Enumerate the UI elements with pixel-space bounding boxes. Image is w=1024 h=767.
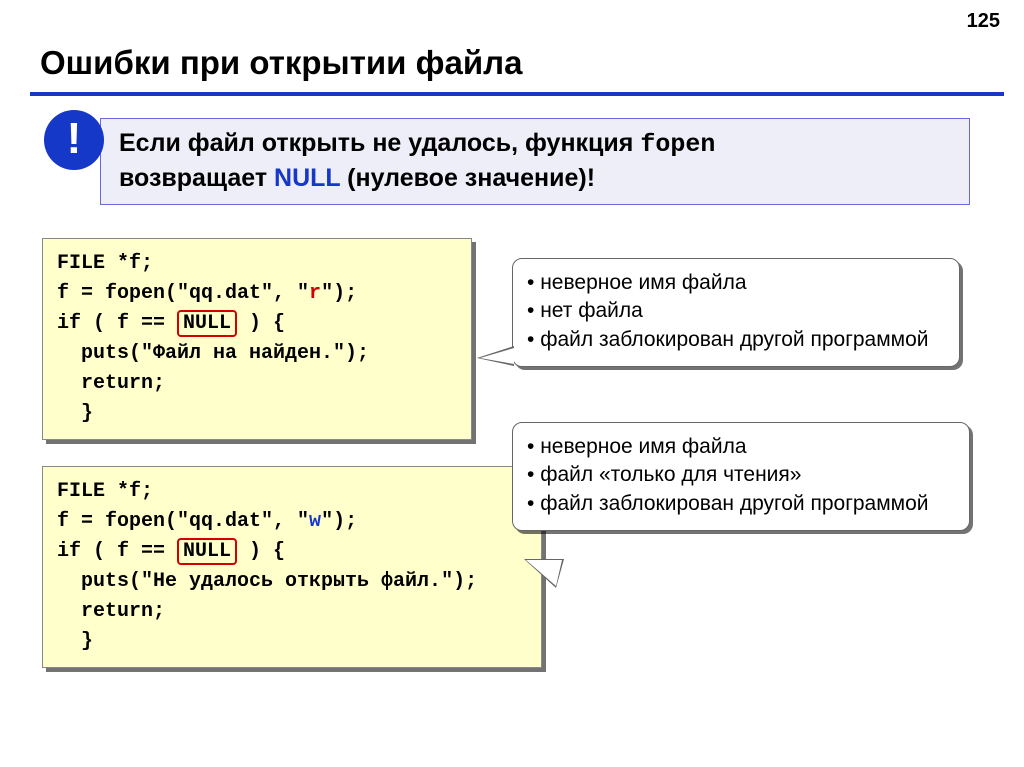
list-item: файл заблокирован другой программой bbox=[527, 490, 955, 518]
title-underline bbox=[30, 92, 1004, 96]
exclamation-icon: ! bbox=[44, 110, 104, 170]
code-line: FILE *f; bbox=[57, 480, 153, 503]
code-line: puts("Файл на найден."); bbox=[57, 342, 369, 365]
code-line: f = fopen("qq.dat", " bbox=[57, 282, 309, 305]
code-line: if ( f == bbox=[57, 540, 177, 563]
null-highlight: NULL bbox=[177, 538, 237, 565]
info-callout: Если файл открыть не удалось, функция fo… bbox=[100, 118, 970, 205]
code-line: } bbox=[57, 402, 93, 425]
code-line: puts("Не удалось открыть файл."); bbox=[57, 570, 477, 593]
file-mode-w: w bbox=[309, 510, 321, 533]
list-item: файл заблокирован другой программой bbox=[527, 326, 945, 354]
list-item: неверное имя файла bbox=[527, 433, 955, 461]
code-line: "); bbox=[321, 510, 357, 533]
code-line: return; bbox=[57, 372, 165, 395]
code-line: "); bbox=[321, 282, 357, 305]
info-text-suffix: (нулевое значение)! bbox=[340, 164, 595, 192]
code-block-read: FILE *f; f = fopen("qq.dat", "r"); if ( … bbox=[42, 238, 472, 440]
code-line: if ( f == bbox=[57, 312, 177, 335]
info-text-mid: возвращает bbox=[119, 164, 274, 192]
code-line: } bbox=[57, 630, 93, 653]
speech-tail bbox=[526, 560, 562, 586]
code-line: ) { bbox=[237, 312, 285, 335]
list-item: неверное имя файла bbox=[527, 269, 945, 297]
info-text-prefix: Если файл открыть не удалось, функция bbox=[119, 129, 640, 157]
null-highlight: NULL bbox=[177, 310, 237, 337]
code-block-write: FILE *f; f = fopen("qq.dat", "w"); if ( … bbox=[42, 466, 542, 668]
code-line: f = fopen("qq.dat", " bbox=[57, 510, 309, 533]
file-mode-r: r bbox=[309, 282, 321, 305]
page-number: 125 bbox=[967, 10, 1000, 33]
null-keyword: NULL bbox=[274, 164, 340, 192]
error-causes-write: неверное имя файла файл «только для чтен… bbox=[512, 422, 970, 531]
fopen-keyword: fopen bbox=[640, 130, 715, 159]
list-item: файл «только для чтения» bbox=[527, 461, 955, 489]
code-line: FILE *f; bbox=[57, 252, 153, 275]
code-line: ) { bbox=[237, 540, 285, 563]
list-item: нет файла bbox=[527, 297, 945, 325]
speech-tail bbox=[480, 348, 514, 364]
page-title: Ошибки при открытии файла bbox=[40, 44, 522, 82]
error-causes-read: неверное имя файла нет файла файл заблок… bbox=[512, 258, 960, 367]
code-line: return; bbox=[57, 600, 165, 623]
